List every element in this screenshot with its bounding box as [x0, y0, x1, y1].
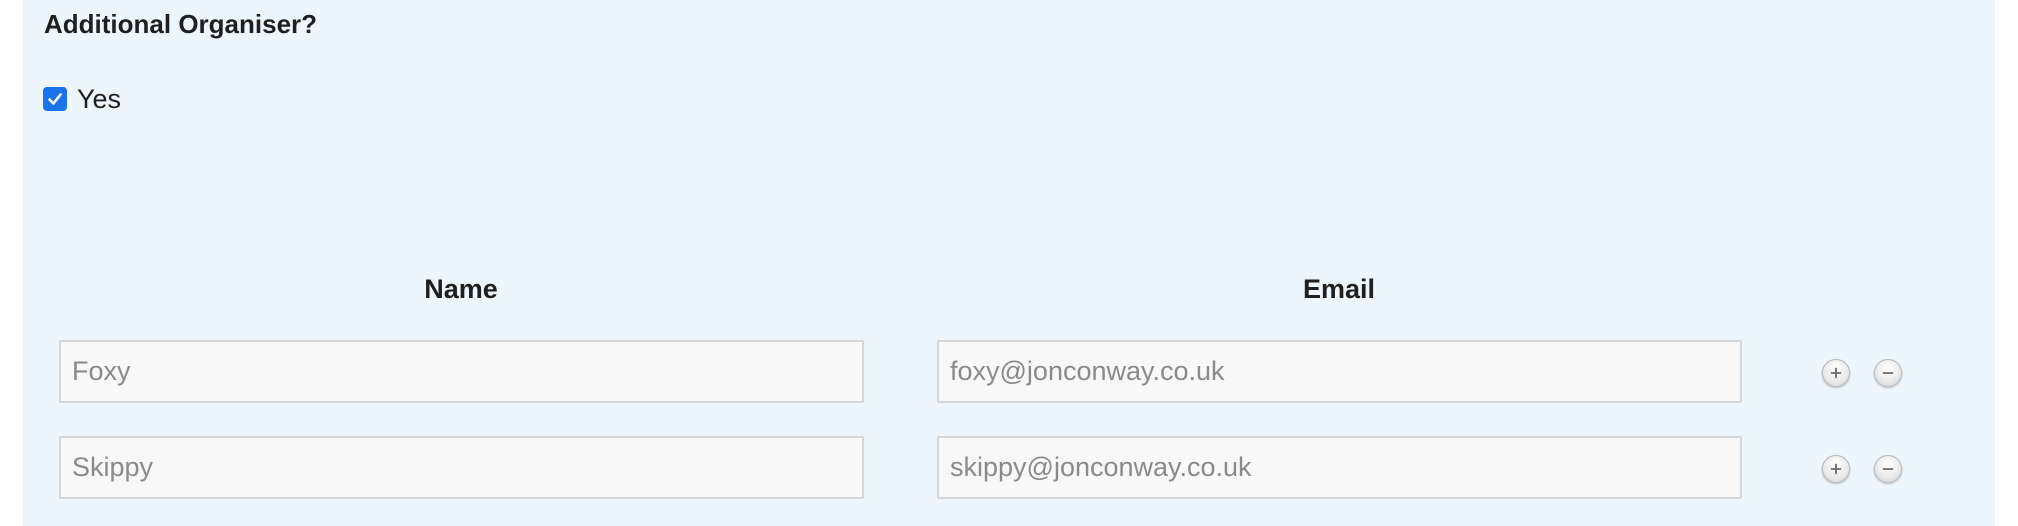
plus-circle-icon — [1830, 367, 1842, 379]
organiser-email-input[interactable] — [937, 340, 1742, 403]
organiser-name-input[interactable] — [59, 340, 864, 403]
yes-checkbox-label: Yes — [77, 84, 122, 114]
add-row-button[interactable] — [1822, 359, 1850, 387]
remove-row-button[interactable] — [1874, 359, 1902, 387]
checkmark-icon — [48, 93, 62, 105]
organiser-name-input[interactable] — [59, 436, 864, 499]
add-row-button[interactable] — [1822, 455, 1850, 483]
yes-checkbox[interactable] — [43, 87, 67, 111]
minus-circle-icon — [1882, 372, 1894, 374]
section-title: Additional Organiser? — [44, 9, 318, 39]
name-column-header: Name — [424, 274, 498, 304]
organiser-email-input[interactable] — [937, 436, 1742, 499]
email-column-header: Email — [1302, 274, 1376, 304]
plus-circle-icon — [1830, 463, 1842, 475]
yes-checkbox-row[interactable]: Yes — [43, 83, 121, 115]
minus-circle-icon — [1882, 468, 1894, 470]
remove-row-button[interactable] — [1874, 455, 1902, 483]
